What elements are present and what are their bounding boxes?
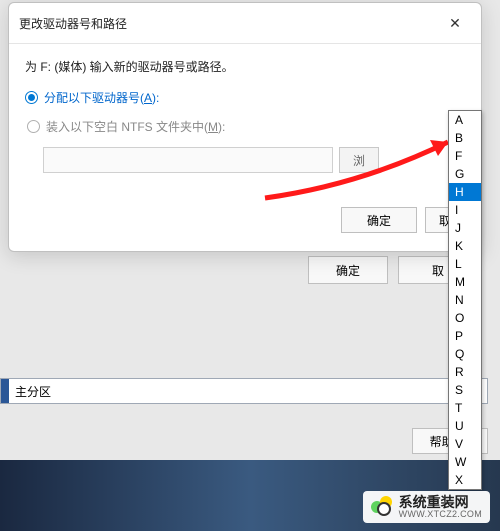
partition-color-marker xyxy=(1,379,9,403)
assign-letter-label: 分配以下驱动器号(A): xyxy=(44,89,159,106)
drive-letter-option-g[interactable]: G xyxy=(449,165,481,183)
drive-letter-option-p[interactable]: P xyxy=(449,327,481,345)
mount-folder-option[interactable]: 装入以下空白 NTFS 文件夹中(M): xyxy=(27,118,465,135)
partition-label: 主分区 xyxy=(15,383,51,400)
mount-folder-label: 装入以下空白 NTFS 文件夹中(M): xyxy=(46,118,225,135)
drive-letter-option-j[interactable]: J xyxy=(449,219,481,237)
parent-dialog-fragment: 确定 取 xyxy=(16,250,478,284)
drive-letter-option-q[interactable]: Q xyxy=(449,345,481,363)
drive-letter-option-u[interactable]: U xyxy=(449,417,481,435)
mount-path-input xyxy=(43,147,333,173)
instruction-text: 为 F: (媒体) 输入新的驱动器号或路径。 xyxy=(25,58,465,75)
parent-ok-button[interactable]: 确定 xyxy=(308,256,388,284)
close-icon: ✕ xyxy=(449,15,461,32)
radio-mount-folder[interactable] xyxy=(27,120,40,133)
drive-letter-option-v[interactable]: V xyxy=(449,435,481,453)
drive-letter-option-m[interactable]: M xyxy=(449,273,481,291)
help-row: 帮助(H) xyxy=(0,428,488,454)
drive-letter-option-x[interactable]: X xyxy=(449,471,481,489)
mount-path-row: 浏 xyxy=(43,147,465,173)
drive-letter-option-s[interactable]: S xyxy=(449,381,481,399)
watermark-logo-icon xyxy=(371,496,393,518)
close-button[interactable]: ✕ xyxy=(439,11,471,35)
drive-letter-dropdown[interactable]: ABFGHIJKLMNOPQRSTUVWX xyxy=(448,110,482,490)
drive-letter-option-k[interactable]: K xyxy=(449,237,481,255)
drive-letter-option-f[interactable]: F xyxy=(449,147,481,165)
watermark: 系统重装网 WWW.XTCZ2.COM xyxy=(363,491,490,523)
dialog-title: 更改驱动器号和路径 xyxy=(19,15,127,32)
titlebar: 更改驱动器号和路径 ✕ xyxy=(9,3,481,44)
partition-bar[interactable]: 主分区 xyxy=(0,378,488,404)
change-drive-letter-dialog: 更改驱动器号和路径 ✕ 为 F: (媒体) 输入新的驱动器号或路径。 分配以下驱… xyxy=(8,2,482,252)
browse-button: 浏 xyxy=(339,147,379,173)
drive-letter-option-w[interactable]: W xyxy=(449,453,481,471)
drive-letter-option-l[interactable]: L xyxy=(449,255,481,273)
drive-letter-option-i[interactable]: I xyxy=(449,201,481,219)
drive-letter-option-h[interactable]: H xyxy=(449,183,481,201)
ok-button[interactable]: 确定 xyxy=(341,207,417,233)
drive-letter-option-o[interactable]: O xyxy=(449,309,481,327)
dialog-body: 为 F: (媒体) 输入新的驱动器号或路径。 分配以下驱动器号(A): 装入以下… xyxy=(9,44,481,251)
radio-assign-letter[interactable] xyxy=(25,91,38,104)
drive-letter-option-a[interactable]: A xyxy=(449,111,481,129)
drive-letter-option-n[interactable]: N xyxy=(449,291,481,309)
watermark-url: WWW.XTCZ2.COM xyxy=(399,510,482,519)
watermark-brand: 系统重装网 xyxy=(399,495,482,510)
drive-letter-option-r[interactable]: R xyxy=(449,363,481,381)
assign-letter-option[interactable]: 分配以下驱动器号(A): xyxy=(25,89,465,106)
drive-letter-option-t[interactable]: T xyxy=(449,399,481,417)
dialog-button-row: 确定 取 xyxy=(25,207,465,233)
drive-letter-option-b[interactable]: B xyxy=(449,129,481,147)
